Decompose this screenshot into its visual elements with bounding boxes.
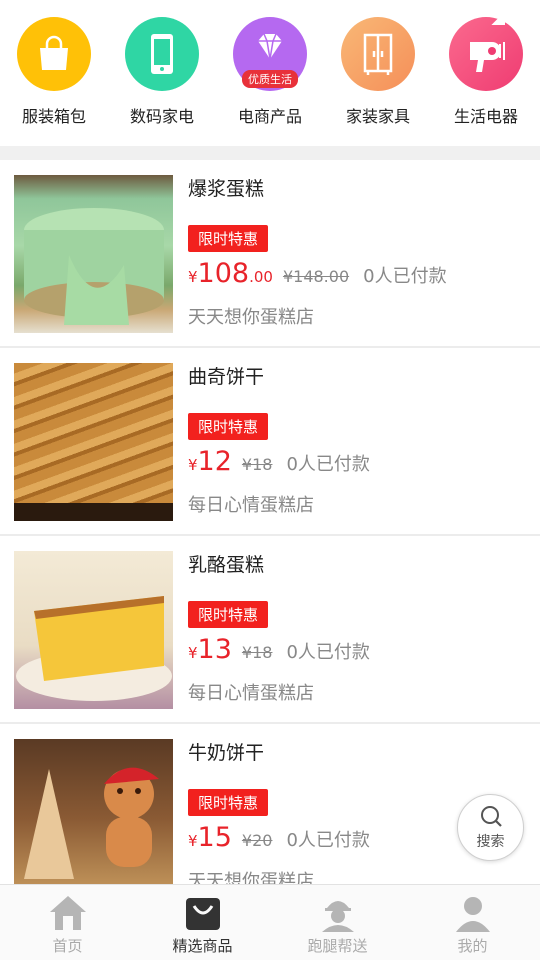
category-home-furniture[interactable]: 家装家具 (324, 0, 432, 146)
category-label: 家装家具 (345, 107, 410, 126)
product-title: 牛奶饼干 (188, 742, 265, 764)
category-icon-circle: 优质生活 (233, 17, 307, 91)
search-icon (480, 806, 502, 827)
nav-label: 跑腿帮送 (307, 937, 368, 955)
product-item[interactable]: 乳酪蛋糕 限时特惠 ¥13 ¥18 0人已付款 每日心情蛋糕店 (0, 536, 540, 724)
category-icon-circle (341, 17, 415, 91)
bottom-nav: 首页 精选商品 跑腿帮送 我的 (0, 884, 540, 960)
signal-icon (491, 11, 506, 25)
category-digital[interactable]: 数码家电 (108, 0, 216, 146)
product-image (14, 363, 173, 521)
product-title: 爆浆蛋糕 (188, 178, 265, 200)
category-label: 数码家电 (129, 107, 194, 126)
shop-name: 每日心情蛋糕店 (188, 683, 314, 704)
search-fab[interactable]: 搜索 (457, 794, 524, 861)
shopping-bag-icon (185, 898, 220, 930)
product-price: ¥13 (188, 634, 232, 665)
quality-life-badge: 优质生活 (242, 70, 298, 88)
product-image (14, 175, 173, 333)
original-price: ¥18 (241, 455, 273, 474)
product-title: 曲奇饼干 (188, 366, 265, 388)
status-bar: 8: (491, 8, 530, 28)
nav-label: 精选商品 (172, 937, 233, 955)
diamond-icon (258, 33, 282, 60)
product-title: 乳酪蛋糕 (188, 554, 265, 576)
paid-count: 0人已付款 (363, 266, 447, 287)
shop-name: 每日心情蛋糕店 (188, 495, 314, 516)
product-price: ¥108.00 (188, 258, 273, 289)
nav-courier[interactable]: 跑腿帮送 (270, 885, 405, 960)
product-image (14, 551, 173, 709)
product-price: ¥12 (188, 446, 232, 477)
category-ecommerce[interactable]: 优质生活 电商产品 (216, 0, 324, 146)
product-list: 爆浆蛋糕 限时特惠 ¥108.00 ¥148.00 0人已付款 天天想你蛋糕店 … (0, 160, 540, 884)
promo-tag: 限时特惠 (188, 413, 269, 440)
shop-name: 天天想你蛋糕店 (188, 871, 314, 884)
status-time: 8: (511, 8, 530, 28)
category-row: 服装箱包 数码家电 优质生活 电商产品 家装家具 生活电器 (0, 0, 540, 146)
user-icon (455, 897, 490, 932)
category-label: 电商产品 (237, 107, 302, 126)
product-item[interactable]: 牛奶饼干 限时特惠 ¥15 ¥20 0人已付款 天天想你蛋糕店 (0, 724, 540, 884)
original-price: ¥18 (241, 643, 273, 662)
promo-tag: 限时特惠 (188, 601, 269, 628)
category-icon-circle (449, 17, 523, 91)
home-icon (49, 896, 86, 930)
category-icon-circle (17, 17, 91, 91)
search-fab-label: 搜索 (476, 834, 505, 850)
courier-icon (321, 901, 354, 932)
hairdryer-icon (470, 42, 505, 72)
phone-icon (151, 34, 173, 74)
product-image (14, 739, 173, 884)
nav-label: 首页 (52, 937, 83, 955)
original-price: ¥20 (241, 831, 273, 850)
nav-home[interactable]: 首页 (0, 885, 135, 960)
nav-featured[interactable]: 精选商品 (135, 885, 270, 960)
wardrobe-icon (363, 33, 393, 75)
promo-tag: 限时特惠 (188, 789, 269, 816)
paid-count: 0人已付款 (286, 830, 370, 851)
original-price: ¥148.00 (282, 267, 350, 286)
category-label: 生活电器 (453, 107, 518, 126)
product-item[interactable]: 爆浆蛋糕 限时特惠 ¥108.00 ¥148.00 0人已付款 天天想你蛋糕店 (0, 160, 540, 348)
shop-name: 天天想你蛋糕店 (188, 307, 314, 328)
bag-icon (40, 35, 68, 70)
promo-tag: 限时特惠 (188, 225, 269, 252)
category-icon-circle (125, 17, 199, 91)
product-item[interactable]: 曲奇饼干 限时特惠 ¥12 ¥18 0人已付款 每日心情蛋糕店 (0, 348, 540, 536)
paid-count: 0人已付款 (286, 642, 370, 663)
product-price: ¥15 (188, 822, 232, 853)
nav-me[interactable]: 我的 (405, 885, 540, 960)
nav-label: 我的 (457, 937, 488, 955)
category-clothing-bags[interactable]: 服装箱包 (0, 0, 108, 146)
section-divider (0, 146, 540, 160)
paid-count: 0人已付款 (286, 454, 370, 475)
category-label: 服装箱包 (21, 107, 86, 126)
